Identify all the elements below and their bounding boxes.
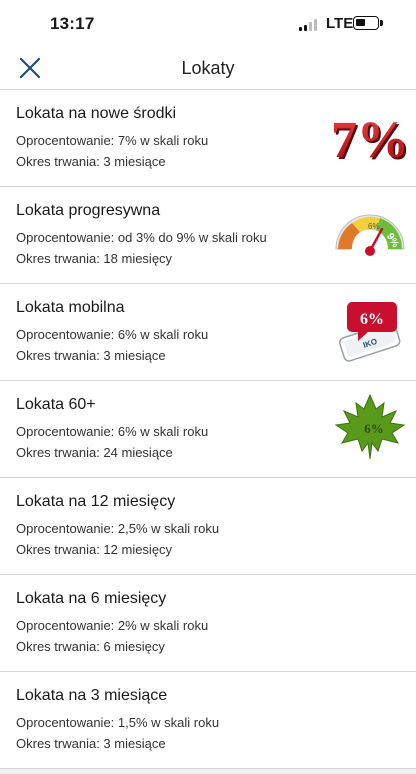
deposit-item-60-plus[interactable]: Lokata 60+ Oprocentowanie: 6% w skali ro…: [0, 381, 416, 478]
network-type: LTE: [326, 15, 354, 32]
deposit-rate: Oprocentowanie: 6% w skali roku: [16, 424, 209, 439]
gauge-icon: 6% 9%: [335, 214, 405, 256]
deposit-rate: Oprocentowanie: 6% w skali roku: [16, 327, 209, 342]
deposit-list: Lokata na nowe środki Oprocentowanie: 7%…: [0, 90, 416, 769]
maple-leaf-icon: 6%: [334, 393, 406, 460]
deposit-item-new-funds[interactable]: Lokata na nowe środki Oprocentowanie: 7%…: [0, 90, 416, 187]
deposit-title: Lokata progresywna: [16, 202, 161, 219]
deposit-term: Okres trwania: 24 miesiące: [16, 445, 173, 460]
deposit-term: Okres trwania: 3 miesiące: [16, 736, 166, 751]
gauge-low-label: 6%: [368, 222, 380, 231]
navigation-bar: Lokaty: [0, 48, 416, 90]
battery-icon: [353, 16, 383, 30]
red-7-percent-icon: 7% 7%: [331, 112, 410, 170]
deposit-title: Lokata na 12 miesięcy: [16, 493, 176, 510]
deposit-rate: Oprocentowanie: 1,5% w skali roku: [16, 715, 220, 730]
deposit-term: Okres trwania: 6 miesięcy: [16, 639, 165, 654]
status-bar: 13:17 LTE: [0, 0, 416, 48]
deposit-rate: Oprocentowanie: od 3% do 9% w skali roku: [16, 230, 267, 245]
deposit-title: Lokata na nowe środki: [16, 105, 177, 122]
deposit-rate: Oprocentowanie: 2,5% w skali roku: [16, 521, 220, 536]
deposit-item-12-months[interactable]: Lokata na 12 miesięcy Oprocentowanie: 2,…: [0, 478, 416, 575]
bottom-strip: [0, 769, 416, 774]
deposit-item-3-months[interactable]: Lokata na 3 miesiące Oprocentowanie: 1,5…: [0, 672, 416, 769]
badge-text: 7%: [331, 112, 409, 169]
deposit-term: Okres trwania: 12 miesięcy: [16, 542, 173, 557]
deposit-title: Lokata na 6 miesięcy: [16, 590, 167, 607]
deposit-term: Okres trwania: 3 miesiące: [16, 348, 166, 363]
deposit-item-mobile[interactable]: Lokata mobilna Oprocentowanie: 6% w skal…: [0, 284, 416, 381]
deposit-term: Okres trwania: 18 miesięcy: [16, 251, 173, 266]
status-time: 13:17: [50, 14, 95, 33]
bubble-text: 6%: [360, 311, 384, 328]
signal-strength-icon: [299, 19, 321, 31]
page-title: Lokaty: [181, 58, 235, 78]
deposit-title: Lokata 60+: [16, 396, 96, 413]
deposit-rate: Oprocentowanie: 7% w skali roku: [16, 133, 209, 148]
phone-bubble-icon: IKO 6%: [338, 302, 401, 362]
deposit-item-6-months[interactable]: Lokata na 6 miesięcy Oprocentowanie: 2% …: [0, 575, 416, 672]
deposit-rate: Oprocentowanie: 2% w skali roku: [16, 618, 209, 633]
deposit-item-progressive[interactable]: Lokata progresywna Oprocentowanie: od 3%…: [0, 187, 416, 284]
deposit-title: Lokata mobilna: [16, 299, 125, 316]
deposit-term: Okres trwania: 3 miesiące: [16, 154, 166, 169]
deposit-title: Lokata na 3 miesiące: [16, 687, 168, 704]
leaf-text: 6%: [364, 421, 384, 436]
